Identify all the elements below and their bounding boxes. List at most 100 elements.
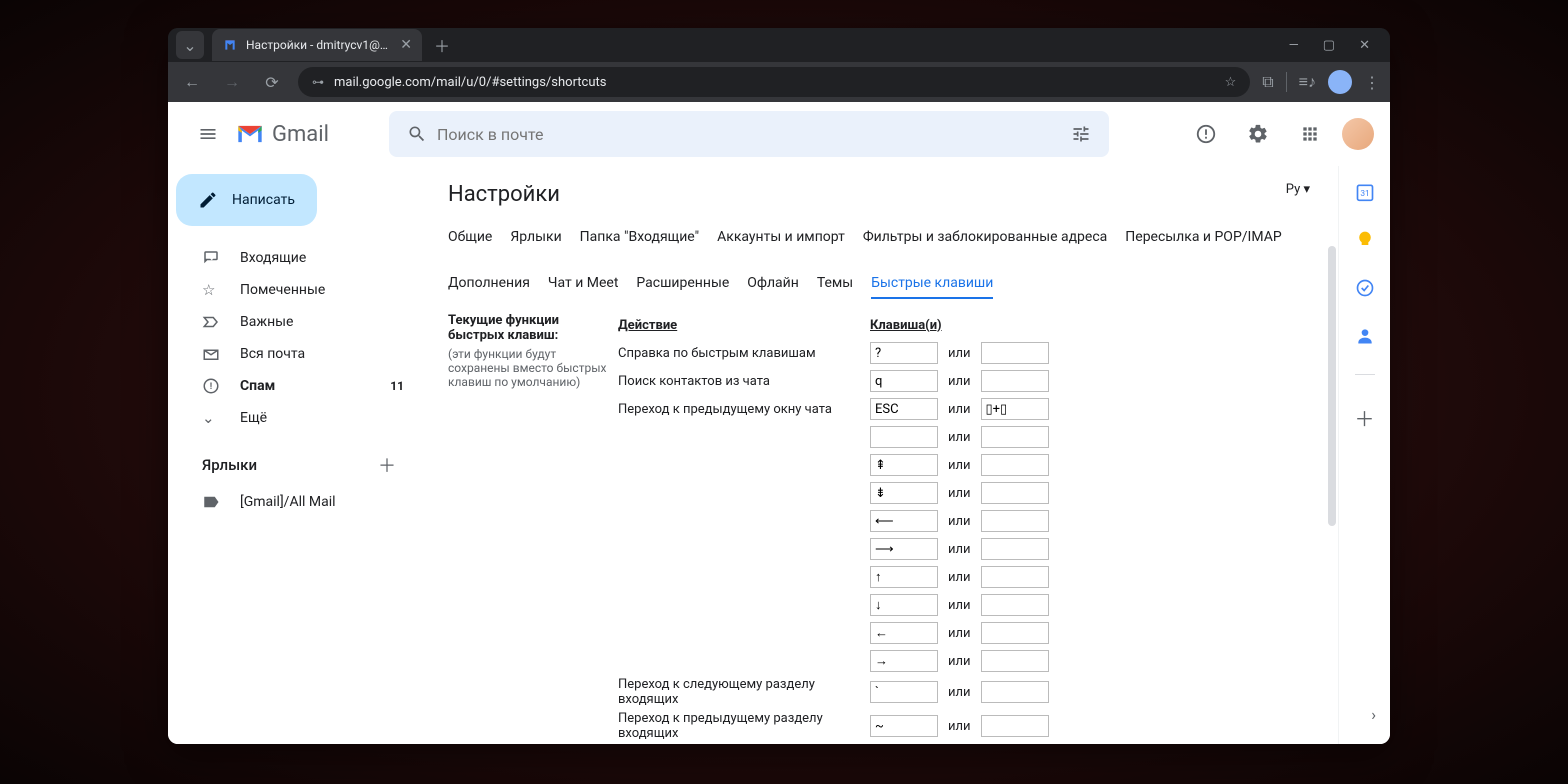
forward-button[interactable]: → bbox=[218, 72, 246, 92]
shortcut-key2-input[interactable] bbox=[981, 342, 1049, 364]
extensions-icon[interactable]: ⧉ bbox=[1262, 72, 1273, 92]
shortcut-key1-input[interactable] bbox=[870, 681, 938, 703]
settings-tab[interactable]: Темы bbox=[817, 269, 853, 299]
shortcut-key1-input[interactable] bbox=[870, 594, 938, 616]
search-options-icon[interactable] bbox=[1061, 124, 1101, 144]
shortcut-key2-input[interactable] bbox=[981, 426, 1049, 448]
tab-list-dropdown[interactable]: ⌄ bbox=[176, 31, 204, 59]
shortcut-key2-input[interactable] bbox=[981, 594, 1049, 616]
section-subtitle: (эти функции будут сохранены вместо быст… bbox=[448, 347, 618, 389]
shortcut-key1-input[interactable] bbox=[870, 398, 938, 420]
action-header: Действие bbox=[618, 318, 870, 333]
settings-tab[interactable]: Чат и Meet bbox=[548, 269, 619, 299]
shortcut-key1-input[interactable] bbox=[870, 566, 938, 588]
shortcut-key1-input[interactable] bbox=[870, 482, 938, 504]
shortcut-key2-input[interactable] bbox=[981, 538, 1049, 560]
shortcut-key1-input[interactable] bbox=[870, 715, 938, 737]
shortcut-key1-input[interactable] bbox=[870, 510, 938, 532]
support-icon[interactable] bbox=[1186, 114, 1226, 154]
or-text: или bbox=[948, 719, 971, 734]
shortcut-key1-input[interactable] bbox=[870, 454, 938, 476]
settings-tab[interactable]: Расширенные bbox=[636, 269, 729, 299]
settings-tab[interactable]: Пересылка и POP/IMAP bbox=[1125, 223, 1281, 251]
expand-panel-icon[interactable]: › bbox=[1371, 705, 1376, 724]
settings-tab[interactable]: Общие bbox=[448, 223, 492, 251]
media-control-icon[interactable]: ≡♪ bbox=[1299, 72, 1316, 92]
gmail-logo[interactable]: Gmail bbox=[236, 122, 329, 147]
shortcut-row: Поиск контактов из чатаили bbox=[618, 369, 1314, 393]
svg-text:!: ! bbox=[210, 382, 212, 392]
settings-gear-icon[interactable] bbox=[1238, 114, 1278, 154]
search-icon[interactable] bbox=[397, 124, 437, 144]
browser-menu-icon[interactable]: ⋮ bbox=[1364, 73, 1380, 92]
search-input[interactable] bbox=[437, 125, 1061, 144]
site-info-icon[interactable]: ⊶ bbox=[312, 75, 324, 89]
account-avatar[interactable] bbox=[1342, 118, 1374, 150]
new-tab-button[interactable]: ＋ bbox=[434, 33, 450, 57]
shortcut-key2-input[interactable] bbox=[981, 715, 1049, 737]
sidebar-item-spam[interactable]: !Спам11 bbox=[176, 370, 416, 402]
reload-button[interactable]: ⟳ bbox=[258, 73, 286, 92]
settings-tab[interactable]: Ярлыки bbox=[510, 223, 561, 251]
maximize-button[interactable]: ▢ bbox=[1323, 38, 1335, 53]
nav-label: Важные bbox=[240, 314, 293, 330]
shortcut-key1-input[interactable] bbox=[870, 426, 938, 448]
sidebar-item-inbox[interactable]: Входящие bbox=[176, 242, 416, 274]
settings-tab[interactable]: Быстрые клавиши bbox=[871, 269, 993, 299]
get-addons-icon[interactable]: ＋ bbox=[1355, 403, 1375, 432]
language-switcher[interactable]: Ру ▾ bbox=[1286, 182, 1310, 197]
bookmark-star-icon[interactable]: ☆ bbox=[1225, 75, 1237, 90]
contacts-icon[interactable] bbox=[1355, 326, 1375, 346]
minimize-button[interactable]: — bbox=[1289, 38, 1299, 53]
shortcut-key1-input[interactable] bbox=[870, 370, 938, 392]
scrollbar[interactable] bbox=[1328, 246, 1336, 526]
nav-label: Входящие bbox=[240, 250, 306, 266]
settings-tab[interactable]: Офлайн bbox=[747, 269, 799, 299]
shortcut-key2-input[interactable] bbox=[981, 482, 1049, 504]
settings-tab[interactable]: Фильтры и заблокированные адреса bbox=[863, 223, 1107, 251]
shortcut-key1-input[interactable] bbox=[870, 538, 938, 560]
shortcut-key1-input[interactable] bbox=[870, 342, 938, 364]
sidebar-item-star[interactable]: ☆Помеченные bbox=[176, 274, 416, 306]
settings-tab[interactable]: Аккаунты и импорт bbox=[717, 223, 845, 251]
shortcut-key2-input[interactable] bbox=[981, 454, 1049, 476]
browser-tab[interactable]: Настройки - dmitrycv1@gmail. ✕ bbox=[212, 29, 422, 61]
or-text: или bbox=[948, 542, 971, 557]
shortcut-key2-input[interactable] bbox=[981, 398, 1049, 420]
keys-header: Клавиша(и) bbox=[870, 318, 942, 333]
or-text: или bbox=[948, 514, 971, 529]
main-menu-icon[interactable] bbox=[184, 110, 232, 158]
settings-tab[interactable]: Дополнения bbox=[448, 269, 530, 299]
sidebar-item-more[interactable]: ⌄Ещё bbox=[176, 402, 416, 434]
sidebar-item-allmail[interactable]: Вся почта bbox=[176, 338, 416, 370]
shortcut-key2-input[interactable] bbox=[981, 370, 1049, 392]
address-bar[interactable]: ⊶ mail.google.com/mail/u/0/#settings/sho… bbox=[298, 67, 1250, 97]
shortcut-key1-input[interactable] bbox=[870, 650, 938, 672]
browser-window: ⌄ Настройки - dmitrycv1@gmail. ✕ ＋ — ▢ ✕… bbox=[168, 28, 1390, 744]
calendar-icon[interactable]: 31 bbox=[1355, 182, 1375, 202]
window-controls: — ▢ ✕ bbox=[1289, 38, 1382, 53]
sidebar: Написать Входящие ☆Помеченные Важные Вся по… bbox=[168, 166, 424, 744]
sidebar-item-important[interactable]: Важные bbox=[176, 306, 416, 338]
label-item[interactable]: [Gmail]/All Mail bbox=[176, 486, 416, 518]
shortcut-key2-input[interactable] bbox=[981, 566, 1049, 588]
shortcut-key2-input[interactable] bbox=[981, 650, 1049, 672]
shortcut-key2-input[interactable] bbox=[981, 510, 1049, 532]
settings-content: Текущие функции быстрых клавиш: (эти фун… bbox=[448, 313, 1314, 744]
settings-tab[interactable]: Папка "Входящие" bbox=[580, 223, 699, 251]
search-box[interactable] bbox=[389, 111, 1109, 157]
compose-button[interactable]: Написать bbox=[176, 174, 317, 226]
back-button[interactable]: ← bbox=[178, 72, 206, 92]
tab-close-icon[interactable]: ✕ bbox=[400, 37, 412, 53]
keep-icon[interactable] bbox=[1355, 230, 1375, 250]
important-icon bbox=[202, 313, 222, 331]
tasks-icon[interactable] bbox=[1355, 278, 1375, 298]
add-label-icon[interactable]: ＋ bbox=[378, 452, 396, 478]
profile-avatar-browser[interactable] bbox=[1328, 70, 1352, 94]
shortcut-key2-input[interactable] bbox=[981, 622, 1049, 644]
shortcut-key2-input[interactable] bbox=[981, 681, 1049, 703]
close-window-button[interactable]: ✕ bbox=[1359, 38, 1370, 53]
or-text: или bbox=[948, 654, 971, 669]
apps-grid-icon[interactable] bbox=[1290, 114, 1330, 154]
shortcut-key1-input[interactable] bbox=[870, 622, 938, 644]
